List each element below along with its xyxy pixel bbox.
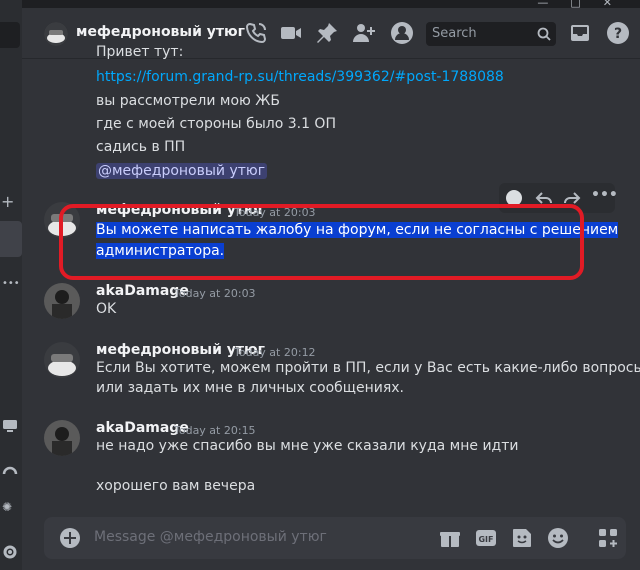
- pinned-messages-icon[interactable]: [315, 21, 339, 45]
- video-call-icon[interactable]: [279, 21, 303, 45]
- message-input[interactable]: Message @мефедроновый утюг: [94, 529, 327, 545]
- gif-icon[interactable]: GIF: [474, 526, 498, 550]
- svg-text:?: ?: [614, 26, 622, 42]
- message-text: не надо уже спасибо вы мне уже сказали к…: [96, 438, 519, 454]
- headset-icon[interactable]: [2, 464, 18, 484]
- rail-more-icon[interactable]: •••: [2, 278, 20, 289]
- avatar[interactable]: [44, 283, 80, 319]
- message-text: хорошего вам вечера: [96, 478, 256, 494]
- user-mention[interactable]: @мефедроновый утюг: [96, 163, 268, 179]
- message-text: Привет тут:: [96, 44, 184, 60]
- add-dm-icon[interactable]: +: [1, 192, 14, 211]
- attach-plus-icon[interactable]: [58, 526, 82, 550]
- screen-share-icon[interactable]: [2, 418, 18, 438]
- message-text: вы рассмотрели мою ЖБ: [96, 93, 280, 109]
- sticker-icon[interactable]: [510, 526, 534, 550]
- red-highlight-annotation: [59, 204, 584, 280]
- emoji-icon[interactable]: [546, 526, 570, 550]
- title-bar: —□✕: [22, 0, 640, 9]
- message-timestamp: Today at 20:03: [174, 287, 256, 300]
- gift-icon[interactable]: [438, 526, 462, 550]
- rail-selected-item[interactable]: [0, 221, 22, 257]
- loading-icon: ✺: [2, 500, 13, 514]
- svg-text:GIF: GIF: [478, 535, 493, 544]
- message-composer[interactable]: Message @мефедроновый утюг GIF: [44, 517, 626, 559]
- help-icon[interactable]: ?: [606, 21, 630, 45]
- rail-search-box[interactable]: [0, 22, 20, 48]
- voice-call-icon[interactable]: [244, 21, 268, 45]
- avatar[interactable]: [44, 420, 80, 456]
- search-icon: [537, 26, 551, 45]
- message-timestamp: Today at 20:12: [234, 346, 316, 359]
- message-text: или задать их мне в личных сообщениях.: [96, 380, 404, 396]
- message-text: садись в ПП: [96, 139, 186, 155]
- more-options-icon[interactable]: •••: [591, 187, 618, 205]
- header-avatar: [44, 22, 68, 46]
- settings-gear-icon[interactable]: [2, 544, 18, 564]
- inbox-icon[interactable]: [568, 21, 592, 45]
- server-rail: + ••• ✺: [0, 0, 22, 570]
- message-text: Если Вы хотите, можем пройти в ПП, если …: [96, 360, 640, 376]
- page-title: мефедроновый утюг: [76, 24, 245, 40]
- search-input[interactable]: Search: [426, 22, 556, 46]
- add-friends-to-dm-icon[interactable]: [352, 21, 376, 45]
- message-text: OK: [96, 301, 117, 317]
- message-line-mention: @мефедроновый утюг: [96, 163, 268, 179]
- search-placeholder: Search: [432, 26, 477, 41]
- message-text: где с моей стороны было 3.1 ОП: [96, 116, 336, 132]
- message-list: Привет тут: https://forum.grand-rp.su/th…: [22, 44, 640, 510]
- avatar[interactable]: [44, 342, 80, 378]
- apps-icon[interactable]: [596, 526, 620, 550]
- message-link[interactable]: https://forum.grand-rp.su/threads/399362…: [96, 69, 504, 85]
- user-profile-icon[interactable]: [390, 21, 414, 45]
- message-timestamp: Today at 20:15: [174, 424, 256, 437]
